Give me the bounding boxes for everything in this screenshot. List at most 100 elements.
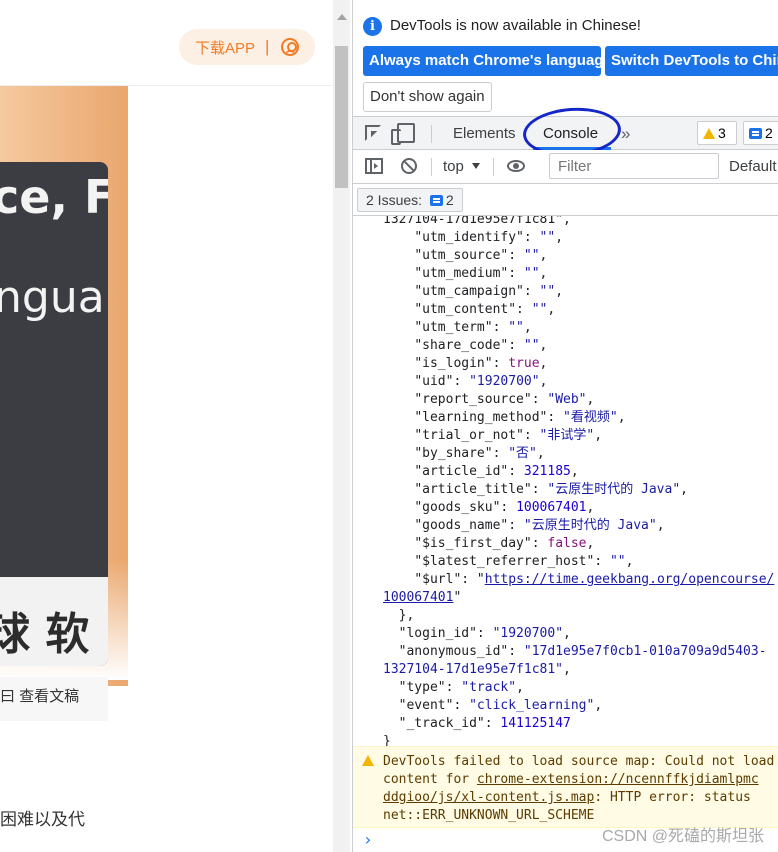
log-value: "看视频" — [563, 410, 618, 425]
show-sidebar-icon[interactable] — [365, 158, 383, 174]
log-key: "learning_method": — [414, 410, 564, 425]
log-punct: , — [539, 356, 548, 371]
cover-text-2: ngua — [0, 272, 105, 323]
warning-line: ddgioo/js/xl-content.js.map: HTTP error:… — [383, 789, 751, 807]
issues-bar: 2 Issues: 2 — [353, 184, 778, 216]
console-log-line: "event": "click_learning", — [383, 697, 603, 715]
log-value: "" — [531, 302, 548, 317]
log-key: "event": — [398, 698, 470, 713]
log-indent — [383, 482, 414, 497]
scrollbar-thumb[interactable] — [335, 46, 348, 188]
log-indent — [383, 554, 414, 569]
log-key: "login_id": — [398, 626, 493, 641]
log-punct: , — [539, 266, 548, 281]
issues-button[interactable]: 2 Issues: 2 — [357, 188, 463, 212]
log-value: "17d1e95e7f0cb1-010a709a9d5403- — [523, 644, 767, 659]
log-indent — [383, 716, 399, 731]
user-icon[interactable] — [281, 38, 300, 56]
log-indent — [383, 338, 414, 353]
log-value: "" — [523, 266, 540, 281]
log-value[interactable]: https://time.geekbang.org/opencourse/ — [485, 572, 775, 587]
console-log-line: "learning_method": "看视频", — [383, 409, 626, 427]
devtools-panel: i DevTools is now available in Chinese! … — [352, 0, 778, 852]
log-indent — [383, 644, 399, 659]
log-punct: , — [563, 662, 571, 677]
log-indent — [383, 266, 414, 281]
dropdown-arrow-icon — [471, 163, 480, 169]
console-log-line: "_track_id": 141125147 — [383, 715, 571, 733]
match-language-button[interactable]: Always match Chrome's language — [363, 46, 601, 76]
log-punct: , — [680, 482, 688, 497]
device-toolbar-icon[interactable] — [391, 123, 415, 145]
web-page: 下载APP | ce, F ngua 球 软 曰 查看文稿 困难以及代 — [0, 0, 333, 852]
messages-counter[interactable]: 2 — [743, 121, 778, 145]
console-log-line: "by_share": "否", — [383, 445, 544, 463]
tab-elements[interactable]: Elements — [453, 125, 516, 142]
log-text: 1327104-17d1e95e7f1c81", — [383, 216, 571, 227]
console-filter-input[interactable] — [549, 153, 719, 179]
switch-to-chinese-button[interactable]: Switch DevTools to Chinese — [605, 46, 778, 76]
clear-console-icon[interactable] — [401, 158, 417, 174]
console-log-line: "login_id": "1920700", — [383, 625, 571, 643]
log-indent — [383, 302, 414, 317]
log-punct: , — [547, 302, 556, 317]
page-scrollbar[interactable] — [333, 0, 350, 852]
prompt-chevron-icon: › — [363, 830, 373, 849]
console-log-line: "article_id": 321185, — [383, 463, 578, 481]
live-expression-eye-icon[interactable] — [507, 160, 525, 172]
console-log-line: "is_login": true, — [383, 355, 547, 373]
log-punct: , — [586, 536, 595, 551]
console-log-line: "utm_identify": "", — [383, 229, 563, 247]
log-key: "article_title": — [414, 482, 548, 497]
log-key: "utm_medium": — [414, 266, 524, 281]
log-key: }, — [398, 608, 415, 623]
console-log-line: 1327104-17d1e95e7f1c81", — [383, 661, 571, 679]
info-icon: i — [363, 17, 382, 36]
dont-show-again-button[interactable]: Don't show again — [363, 82, 492, 112]
scroll-up-arrow-icon[interactable] — [337, 14, 347, 20]
more-tabs-chevron-icon[interactable]: » — [621, 124, 630, 144]
log-value: 321185 — [523, 464, 571, 479]
context-value: top — [443, 158, 464, 175]
log-punct: , — [656, 518, 665, 533]
log-key: "utm_campaign": — [414, 284, 540, 299]
view-document-link[interactable]: 曰 查看文稿 — [0, 677, 108, 721]
log-value: "" — [523, 338, 540, 353]
log-value: "Web" — [547, 392, 587, 407]
log-value[interactable]: 100067401 — [383, 590, 453, 605]
console-log-line: "goods_name": "云原生时代的 Java", — [383, 517, 665, 535]
log-punct: , — [625, 554, 634, 569]
log-punct: , — [617, 410, 626, 425]
source-map-link[interactable]: chrome-extension://ncennffkjdiamlpmc — [477, 772, 759, 787]
inspect-element-icon[interactable] — [365, 125, 381, 141]
log-key: "goods_name": — [414, 518, 524, 533]
log-key: "$latest_referrer_host": — [414, 554, 610, 569]
download-app-button[interactable]: 下载APP | — [179, 29, 315, 65]
console-log-line: } — [383, 733, 391, 746]
cover-text-3: 球 软 — [0, 609, 90, 660]
warning-line: DevTools failed to load source map: Coul… — [383, 754, 775, 769]
warnings-counter[interactable]: 3 — [697, 121, 737, 145]
console-log-line: "utm_term": "", — [383, 319, 531, 337]
console-log-line: "utm_medium": "", — [383, 265, 547, 283]
tab-divider — [431, 125, 432, 143]
console-output: 1327104-17d1e95e7f1c81", "utm_identify":… — [353, 216, 778, 746]
console-log-line: "goods_sku": 100067401, — [383, 499, 594, 517]
page-header: 下载APP | — [0, 0, 333, 86]
log-value: "" — [539, 284, 556, 299]
log-key: "uid": — [414, 374, 470, 389]
context-selector[interactable]: top — [443, 158, 480, 175]
log-key: "is_login": — [414, 356, 509, 371]
log-key: "trial_or_not": — [414, 428, 540, 443]
source-map-link-cont[interactable]: ddgioo/js/xl-content.js.map — [383, 790, 594, 805]
console-log-line: "$url": "https://time.geekbang.org/openc… — [383, 571, 774, 589]
warnings-count: 3 — [718, 125, 726, 141]
cover-text-1: ce, F — [0, 170, 108, 224]
log-value: "1920700" — [492, 626, 564, 641]
log-indent — [383, 230, 414, 245]
warning-icon — [362, 755, 374, 766]
log-levels-dropdown[interactable]: Default levels — [729, 158, 778, 175]
language-infobar: i DevTools is now available in Chinese! … — [353, 0, 778, 116]
log-value: 1327104-17d1e95e7f1c81" — [383, 662, 564, 677]
log-indent — [383, 536, 414, 551]
